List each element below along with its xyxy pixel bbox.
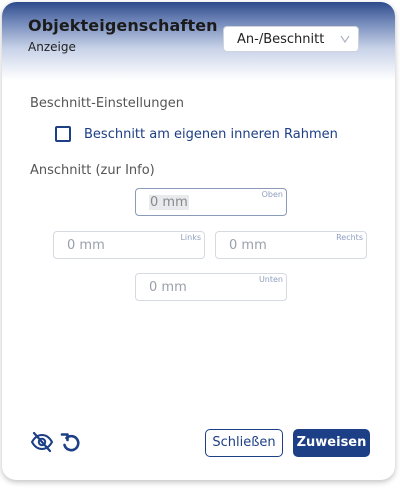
object-properties-dialog: Objekteigenschaften Anzeige An-/Beschnit…: [2, 2, 395, 480]
bleed-left-field[interactable]: 0 mm Links: [53, 231, 205, 259]
bleed-bottom-value: 0 mm: [149, 280, 187, 295]
dialog-title: Objekteigenschaften: [28, 16, 218, 35]
close-button[interactable]: Schließen: [205, 429, 283, 457]
mode-select-value: An-/Beschnitt: [237, 32, 325, 47]
bleed-top-caption: Oben: [261, 190, 283, 199]
eye-off-icon[interactable]: [30, 430, 54, 454]
undo-icon[interactable]: [59, 430, 83, 454]
trim-inner-frame-label[interactable]: Beschnitt am eigenen inneren Rahmen: [84, 127, 338, 142]
trim-section-label: Beschnitt-Einstellungen: [30, 96, 184, 111]
bleed-bottom-caption: Unten: [258, 275, 283, 284]
bleed-right-value: 0 mm: [229, 238, 267, 253]
bleed-right-caption: Rechts: [336, 233, 363, 242]
chevron-down-icon: [340, 35, 350, 44]
trim-inner-frame-checkbox[interactable]: [55, 126, 71, 142]
dialog-subtitle: Anzeige: [28, 40, 76, 54]
bleed-bottom-field[interactable]: 0 mm Unten: [135, 273, 287, 301]
bleed-top-field[interactable]: 0 mm Oben: [135, 188, 287, 216]
bleed-section-label: Anschnitt (zur Info): [30, 163, 155, 178]
bleed-right-field[interactable]: 0 mm Rechts: [215, 231, 367, 259]
bleed-left-value: 0 mm: [67, 238, 105, 253]
apply-button[interactable]: Zuweisen: [293, 429, 370, 457]
mode-select[interactable]: An-/Beschnitt: [223, 26, 359, 52]
bleed-left-caption: Links: [180, 233, 201, 242]
bleed-top-value: 0 mm: [149, 195, 189, 210]
